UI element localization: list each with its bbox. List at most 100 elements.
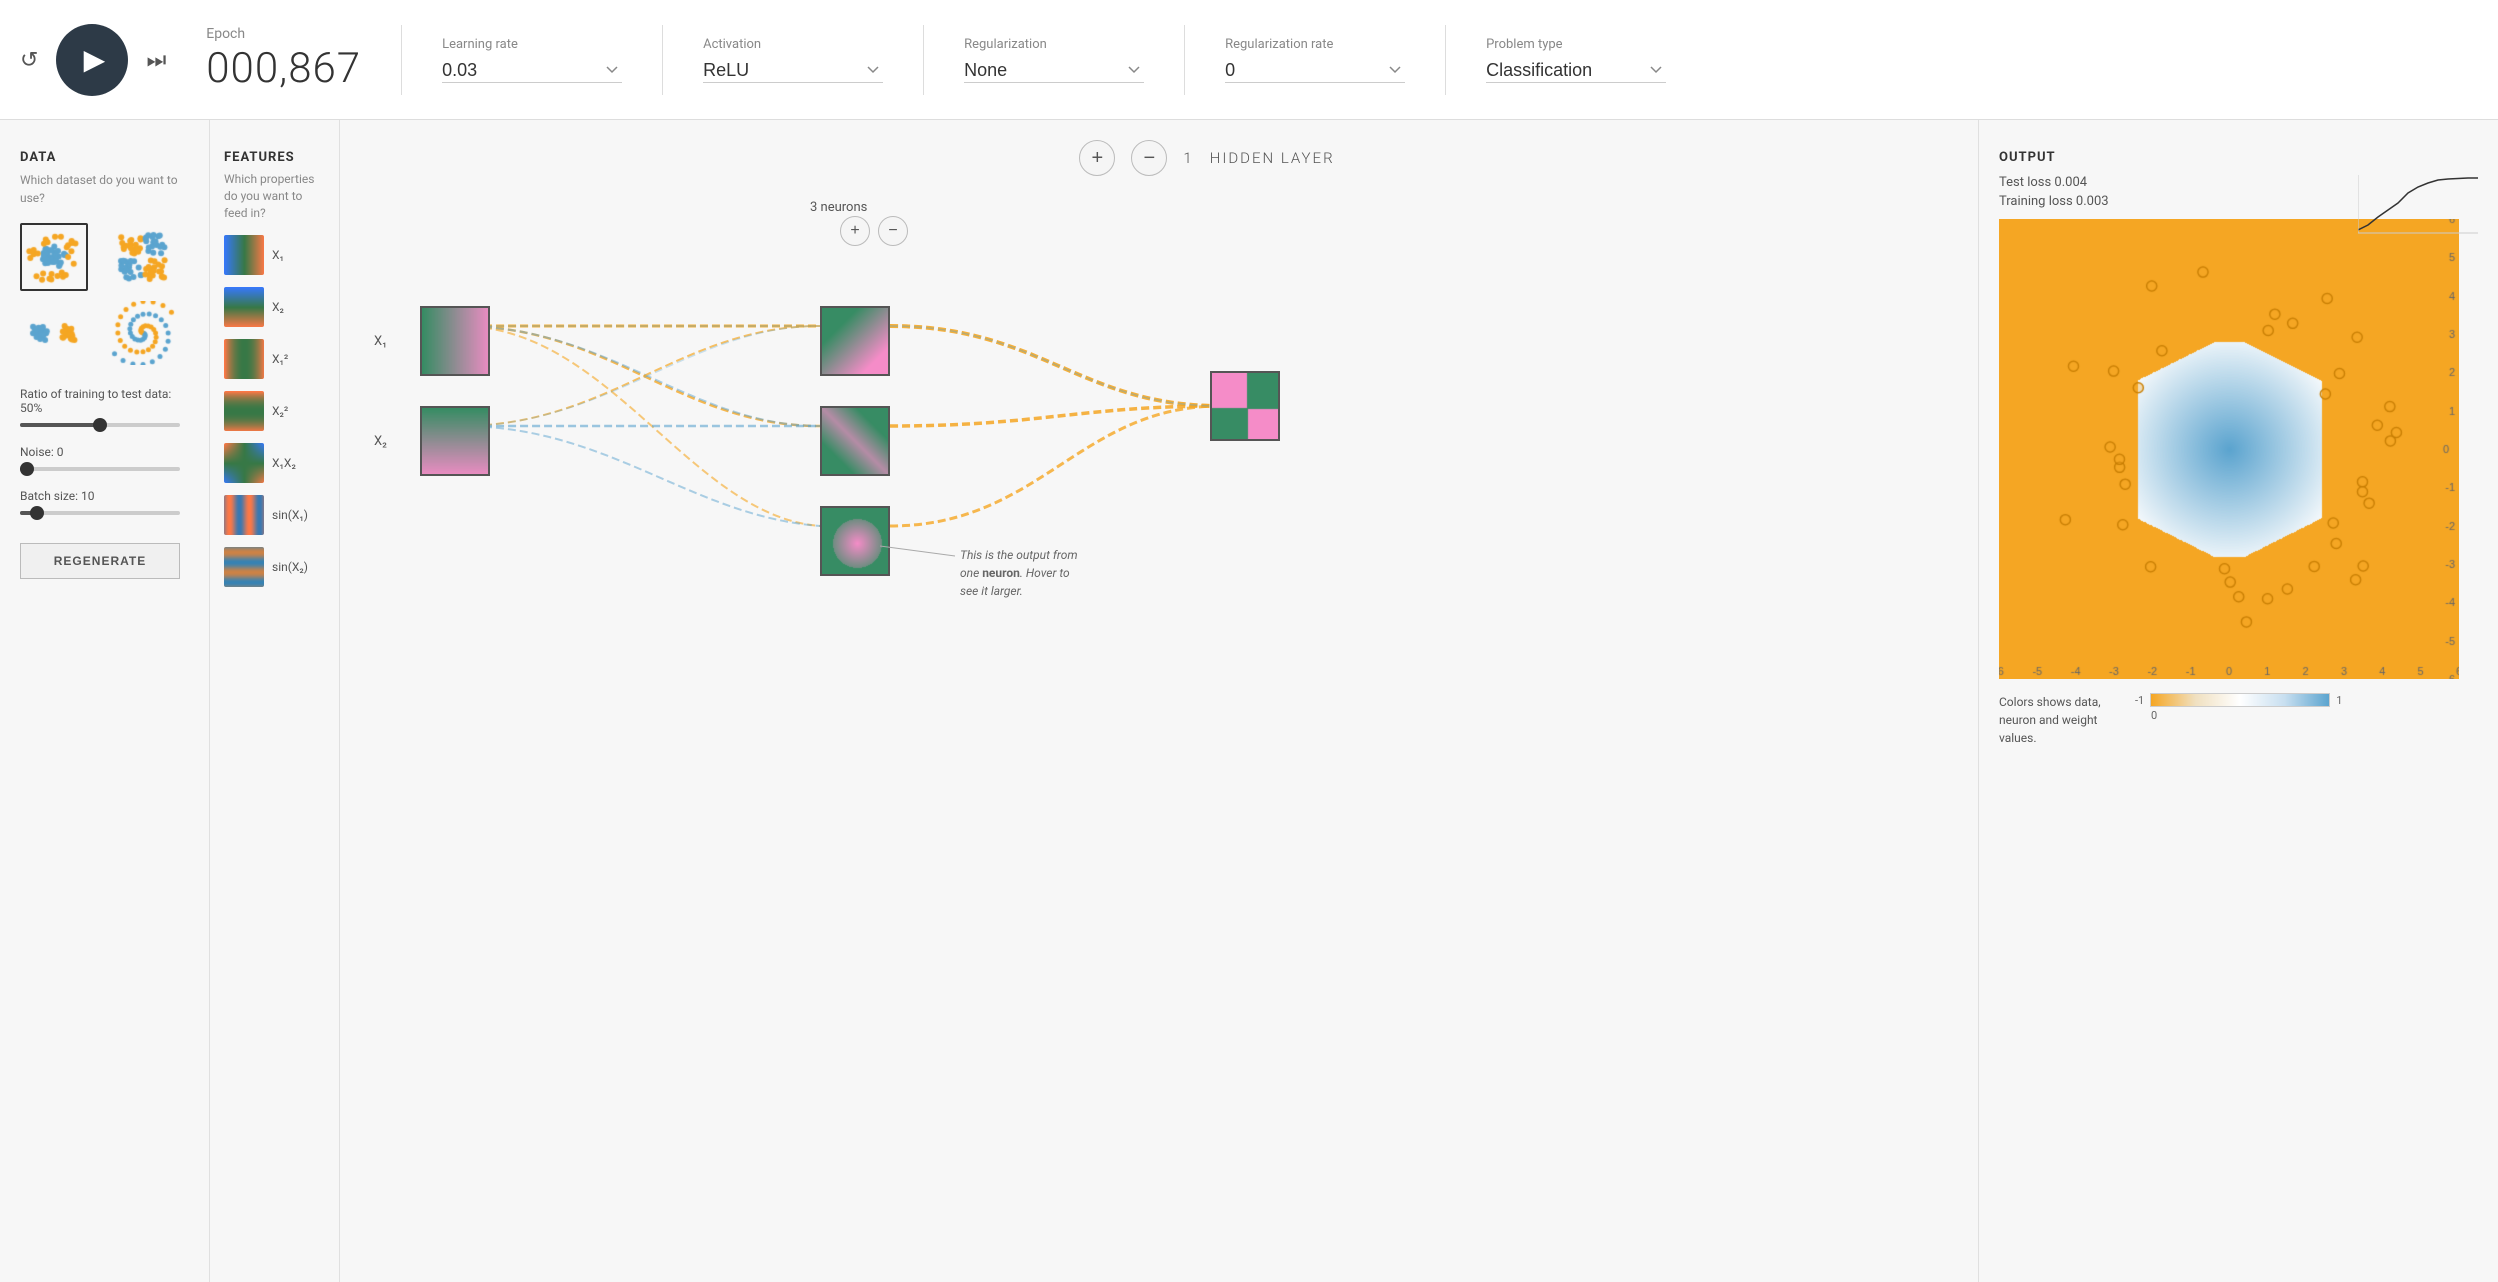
feature-sinx2-canvas xyxy=(224,547,264,587)
epoch-value: 000,867 xyxy=(206,44,361,93)
output-panel: OUTPUT Test loss 0.004 Training loss 0.0… xyxy=(1978,120,2498,1282)
problem-type-label: Problem type xyxy=(1486,37,1666,52)
feature-x1x2[interactable]: X₁X₂ xyxy=(224,443,325,483)
play-icon: ▶ xyxy=(84,43,106,76)
activation-group: Activation Linear ReLU Tanh Sigmoid xyxy=(703,37,883,83)
reset-button[interactable]: ↺ xyxy=(20,47,38,73)
data-panel: DATA Which dataset do you want to use? R… xyxy=(0,120,210,1282)
colorbar xyxy=(2150,693,2330,707)
dataset-gaussian[interactable] xyxy=(20,299,88,367)
network-diagram: + − 3 neurons xyxy=(360,186,1958,846)
add-neuron-button[interactable]: + xyxy=(840,216,870,246)
feature-x2-canvas xyxy=(224,287,264,327)
divider-1 xyxy=(401,25,402,95)
feature-x1[interactable]: X₁ xyxy=(224,235,325,275)
feature-sinx1-thumb xyxy=(224,495,264,535)
add-layer-button[interactable]: + xyxy=(1079,140,1115,176)
dataset-circles-preview xyxy=(22,225,86,289)
feature-x2sq-canvas xyxy=(224,391,264,431)
divider-5 xyxy=(1445,25,1446,95)
input-x1-label: X₁ xyxy=(374,334,387,349)
dataset-circles[interactable] xyxy=(20,223,88,291)
feature-x2sq-thumb xyxy=(224,391,264,431)
neuron-controls: + − xyxy=(840,216,908,246)
learning-rate-select[interactable]: 0.00001 0.0001 0.001 0.03 0.1 0.3 1 3 10 xyxy=(442,58,622,83)
reg-rate-label: Regularization rate xyxy=(1225,37,1405,52)
batch-track xyxy=(20,511,180,515)
dataset-grid xyxy=(20,223,189,367)
play-button[interactable]: ▶ xyxy=(56,24,128,96)
epoch-label: Epoch xyxy=(206,26,361,42)
step-button[interactable]: ⏭ xyxy=(146,47,166,73)
feature-x1sq-canvas xyxy=(224,339,264,379)
batch-slider-group: Batch size: 10 xyxy=(20,489,189,515)
learning-rate-group: Learning rate 0.00001 0.0001 0.001 0.03 … xyxy=(442,37,622,83)
noise-label: Noise: 0 xyxy=(20,445,189,459)
feature-x1sq[interactable]: X₁² xyxy=(224,339,325,379)
dataset-xor-preview xyxy=(111,225,175,289)
remove-neuron-button[interactable]: − xyxy=(878,216,908,246)
feature-sinx2-label: sin(X₂) xyxy=(272,560,308,574)
header: ↺ ▶ ⏭ Epoch 000,867 Learning rate 0.0000… xyxy=(0,0,2498,120)
regularization-select[interactable]: None L1 L2 xyxy=(964,58,1144,83)
input-neuron-x2[interactable] xyxy=(420,406,490,476)
divider-4 xyxy=(1184,25,1185,95)
input-x2-label: X₂ xyxy=(374,434,387,449)
feature-sinx2-thumb xyxy=(224,547,264,587)
problem-type-select[interactable]: Classification Regression xyxy=(1486,58,1666,83)
hidden-neuron-1[interactable] xyxy=(820,306,890,376)
regenerate-button[interactable]: REGENERATE xyxy=(20,543,180,579)
hidden-neuron-3[interactable] xyxy=(820,506,890,576)
regularization-group: Regularization None L1 L2 xyxy=(964,37,1144,83)
ratio-thumb[interactable] xyxy=(93,418,107,432)
output-neuron-canvas xyxy=(1212,373,1280,441)
output-neuron[interactable] xyxy=(1210,371,1280,441)
feature-x2[interactable]: X₂ xyxy=(224,287,325,327)
reg-rate-select[interactable]: 0 0.001 0.003 0.01 0.03 0.1 0.3 1 3 10 xyxy=(1225,58,1405,83)
activation-select[interactable]: Linear ReLU Tanh Sigmoid xyxy=(703,58,883,83)
noise-thumb[interactable] xyxy=(20,462,34,476)
hidden-layer-count: 1 xyxy=(1183,149,1193,167)
hidden-neuron-1-canvas xyxy=(822,308,890,376)
output-title: OUTPUT xyxy=(1999,150,2478,165)
dataset-xor[interactable] xyxy=(109,223,177,291)
dataset-spiral[interactable] xyxy=(109,299,177,367)
network-header: + − 1 HIDDEN LAYER xyxy=(360,140,1958,176)
features-title: FEATURES xyxy=(224,150,325,165)
batch-thumb[interactable] xyxy=(30,506,44,520)
feature-sinx2[interactable]: sin(X₂) xyxy=(224,547,325,587)
remove-layer-button[interactable]: − xyxy=(1131,140,1167,176)
colorbar-section: Colors shows data, neuron and weight val… xyxy=(1999,693,2478,755)
features-panel: FEATURES Which properties do you want to… xyxy=(210,120,340,1282)
colorbar-with-label: -1 1 xyxy=(2135,693,2351,707)
network-svg xyxy=(360,246,1958,906)
divider-2 xyxy=(662,25,663,95)
feature-sinx1-label: sin(X₁) xyxy=(272,508,308,522)
input-neuron-x1[interactable] xyxy=(420,306,490,376)
epoch-block: Epoch 000,867 xyxy=(206,26,361,93)
noise-slider-group: Noise: 0 xyxy=(20,445,189,471)
ratio-track xyxy=(20,423,180,427)
feature-sinx1-canvas xyxy=(224,495,264,535)
neuron-tooltip: This is the output from one neuron. Hove… xyxy=(960,546,1080,600)
feature-x2sq-label: X₂² xyxy=(272,404,288,418)
feature-x1-label: X₁ xyxy=(272,248,284,262)
colorbar-container: -1 1 0 xyxy=(2135,693,2351,722)
colorbar-min-label: -1 xyxy=(2135,694,2144,707)
hidden-neuron-2[interactable] xyxy=(820,406,890,476)
loss-chart xyxy=(2358,175,2478,235)
dataset-spiral-preview xyxy=(111,301,175,365)
feature-x1-thumb xyxy=(224,235,264,275)
colorbar-ticks: 0 xyxy=(2135,709,2351,722)
feature-x2sq[interactable]: X₂² xyxy=(224,391,325,431)
ratio-label: Ratio of training to test data: 50% xyxy=(20,387,189,415)
feature-sinx1[interactable]: sin(X₁) xyxy=(224,495,325,535)
reg-rate-group: Regularization rate 0 0.001 0.003 0.01 0… xyxy=(1225,37,1405,83)
output-visualization xyxy=(1999,219,2459,679)
hidden-layer-label: HIDDEN LAYER xyxy=(1210,149,1335,167)
noise-track xyxy=(20,467,180,471)
loss-section: Test loss 0.004 Training loss 0.003 xyxy=(1999,175,2478,209)
feature-x1sq-label: X₁² xyxy=(272,352,288,366)
features-subtitle: Which properties do you want to feed in? xyxy=(224,171,325,221)
dataset-gaussian-preview xyxy=(22,301,86,365)
